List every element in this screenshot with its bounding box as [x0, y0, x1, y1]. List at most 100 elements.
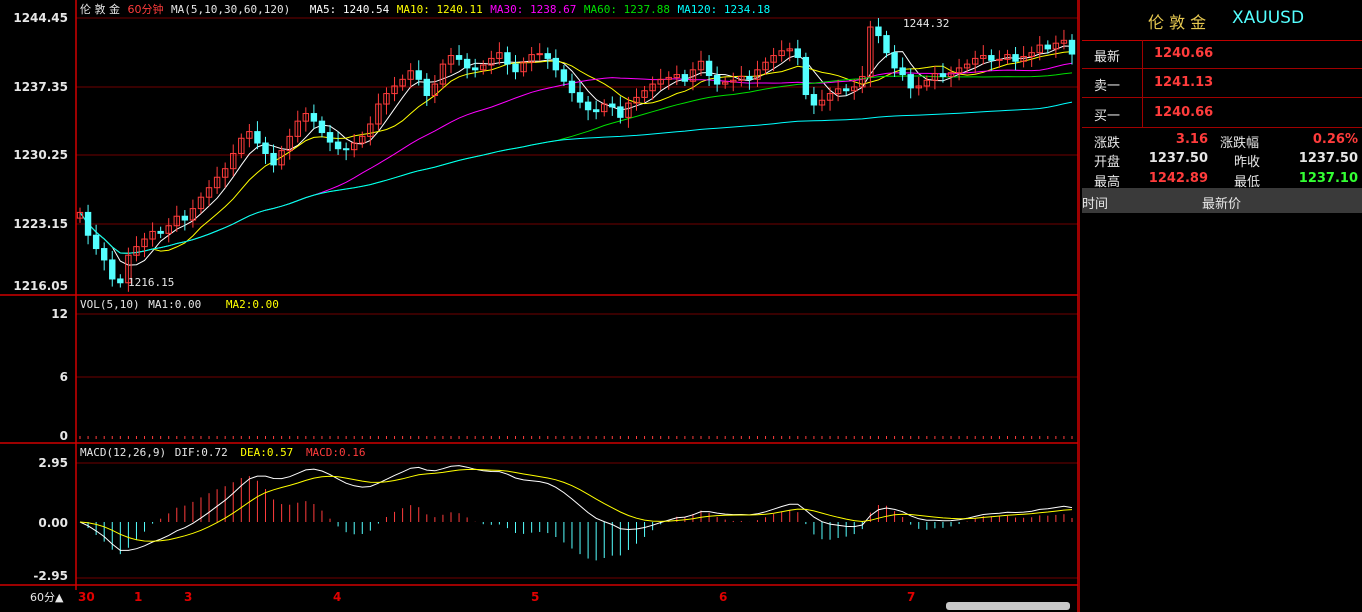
candle-body [471, 67, 479, 71]
x-axis-label: 30 [78, 590, 95, 604]
moving-average-lines [79, 45, 1073, 266]
candle [181, 210, 189, 231]
vol-ma1: MA1:0.00 [148, 298, 202, 311]
candle [221, 162, 229, 188]
ask-label: 卖一 [1094, 79, 1121, 94]
quote-panel: 伦 敦 金 XAUUSD 最新 1240.66 卖一 1241.13 买一 12… [1082, 0, 1362, 612]
scrollbar[interactable] [946, 602, 1070, 610]
quote-divider [1142, 40, 1143, 128]
macd-axis-label: 2.95 [38, 456, 68, 470]
change-label: 涨跌 [1094, 136, 1121, 151]
candle [601, 99, 608, 117]
candle [576, 82, 584, 109]
candle-body [512, 63, 519, 73]
x-axis-label: 3 [184, 590, 193, 604]
candle-body [415, 70, 422, 80]
vol-label: VOL(5,10) [80, 298, 140, 311]
candle [988, 49, 995, 71]
candle [996, 50, 1003, 68]
price-axis-label: 1244.45 [13, 11, 68, 25]
candle [738, 66, 745, 87]
tick-price-header: 最新价 [1202, 197, 1242, 212]
candle [342, 142, 350, 161]
quote-instrument-name: 伦 敦 金 [1148, 13, 1207, 32]
candle [439, 59, 447, 89]
candle-body [609, 103, 616, 108]
macd-histogram [87, 476, 1073, 561]
candle-body [883, 35, 890, 54]
macd-header: MACD(12,26,9) DIF:0.72 DEA:0.57 MACD:0.1… [80, 446, 366, 459]
candle-body [891, 52, 898, 69]
volume-baseline [79, 436, 1073, 439]
candle-body [504, 52, 511, 65]
candle-body [939, 73, 947, 77]
candle [802, 52, 810, 100]
x-axis-label: 5 [531, 590, 540, 604]
candle [544, 47, 551, 69]
candle [230, 144, 237, 177]
candle [1028, 46, 1035, 67]
ma60-value: MA60: 1237.88 [583, 3, 670, 16]
candle [1004, 49, 1011, 65]
candle [310, 104, 318, 129]
main-chart-header: 伦 敦 金 60分钟 MA(5,10,30,60,120) MA5: 1240.… [80, 1, 770, 17]
ma5-line [79, 45, 1073, 266]
candle-body [746, 75, 753, 80]
candle-body [92, 234, 100, 250]
x-axis-label: 1 [134, 590, 143, 604]
change-value: 3.16 [1175, 132, 1208, 147]
candle [899, 57, 906, 81]
candle-body [334, 141, 342, 150]
candle-body [907, 74, 914, 89]
candle [375, 93, 382, 131]
candle-body [1012, 54, 1019, 62]
ma10-value: MA10: 1240.11 [396, 3, 483, 16]
ma10-line [79, 51, 1073, 254]
candle-body [842, 88, 850, 92]
candle [496, 42, 503, 65]
candle [326, 124, 334, 152]
candle-body [423, 78, 430, 96]
candle [609, 96, 616, 116]
latest-label: 最新 [1094, 50, 1121, 65]
candle-body [1068, 39, 1076, 55]
candle-body [270, 152, 277, 166]
open-value: 1237.50 [1148, 151, 1208, 166]
candle [455, 45, 463, 66]
candle [778, 40, 785, 62]
candle-body [576, 92, 584, 103]
period-label: 60分钟 [127, 3, 164, 16]
quote-instrument-code: XAUUSD [1232, 8, 1305, 28]
low-value: 1237.10 [1298, 171, 1358, 186]
candle [512, 55, 519, 80]
candle [528, 46, 535, 72]
candle [84, 204, 92, 245]
candle [334, 131, 342, 155]
prev-close-label: 昨收 [1234, 155, 1261, 170]
candle-body [899, 67, 906, 76]
high-price-annotation: 1244.32 [903, 17, 950, 30]
candle [383, 87, 390, 115]
candle-body [157, 230, 164, 234]
candle [681, 69, 689, 86]
candle [149, 222, 156, 247]
latest-value: 1240.66 [1154, 46, 1214, 61]
ma120-line [79, 101, 1073, 254]
macd-axis-label: 0.00 [38, 516, 68, 530]
candle-body [326, 132, 334, 143]
price-axis-label: 1216.05 [13, 279, 68, 293]
x-axis-label: 7 [907, 590, 916, 604]
price-axis-label: 1223.15 [13, 217, 68, 231]
candle [713, 66, 721, 92]
candle [262, 136, 269, 164]
candle [302, 107, 310, 132]
candle-body [310, 113, 318, 122]
candle-body [109, 259, 116, 280]
candle [270, 144, 277, 173]
candle [931, 66, 939, 90]
candle [633, 88, 640, 111]
period-switch-button[interactable]: 60分▲ [30, 589, 63, 605]
candle [157, 226, 164, 239]
candle-body [802, 56, 810, 96]
tick-time-header: 时间 [1082, 197, 1109, 212]
